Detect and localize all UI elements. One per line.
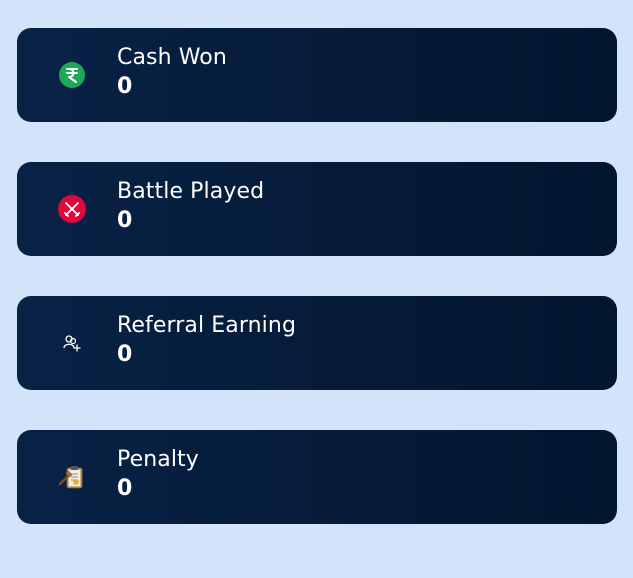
rupee-coin-icon xyxy=(57,60,87,90)
crossed-swords-icon xyxy=(57,194,87,224)
stat-card-cash-won: Cash Won 0 xyxy=(17,28,617,122)
clipboard-gavel-icon xyxy=(57,462,87,492)
stat-value: 0 xyxy=(117,74,133,99)
stat-value: 0 xyxy=(117,208,133,233)
stats-list: Cash Won 0 Battle Played 0 Referral Earn… xyxy=(17,28,617,564)
stat-label: Penalty xyxy=(117,447,199,472)
stat-label: Battle Played xyxy=(117,179,265,204)
stat-value: 0 xyxy=(117,476,133,501)
stat-card-penalty: Penalty 0 xyxy=(17,430,617,524)
stat-label: Referral Earning xyxy=(117,313,297,338)
stat-card-referral-earning: Referral Earning 0 xyxy=(17,296,617,390)
stat-value: 0 xyxy=(117,342,133,367)
stat-label: Cash Won xyxy=(117,45,227,70)
stat-card-battle-played: Battle Played 0 xyxy=(17,162,617,256)
users-add-icon xyxy=(57,328,87,358)
